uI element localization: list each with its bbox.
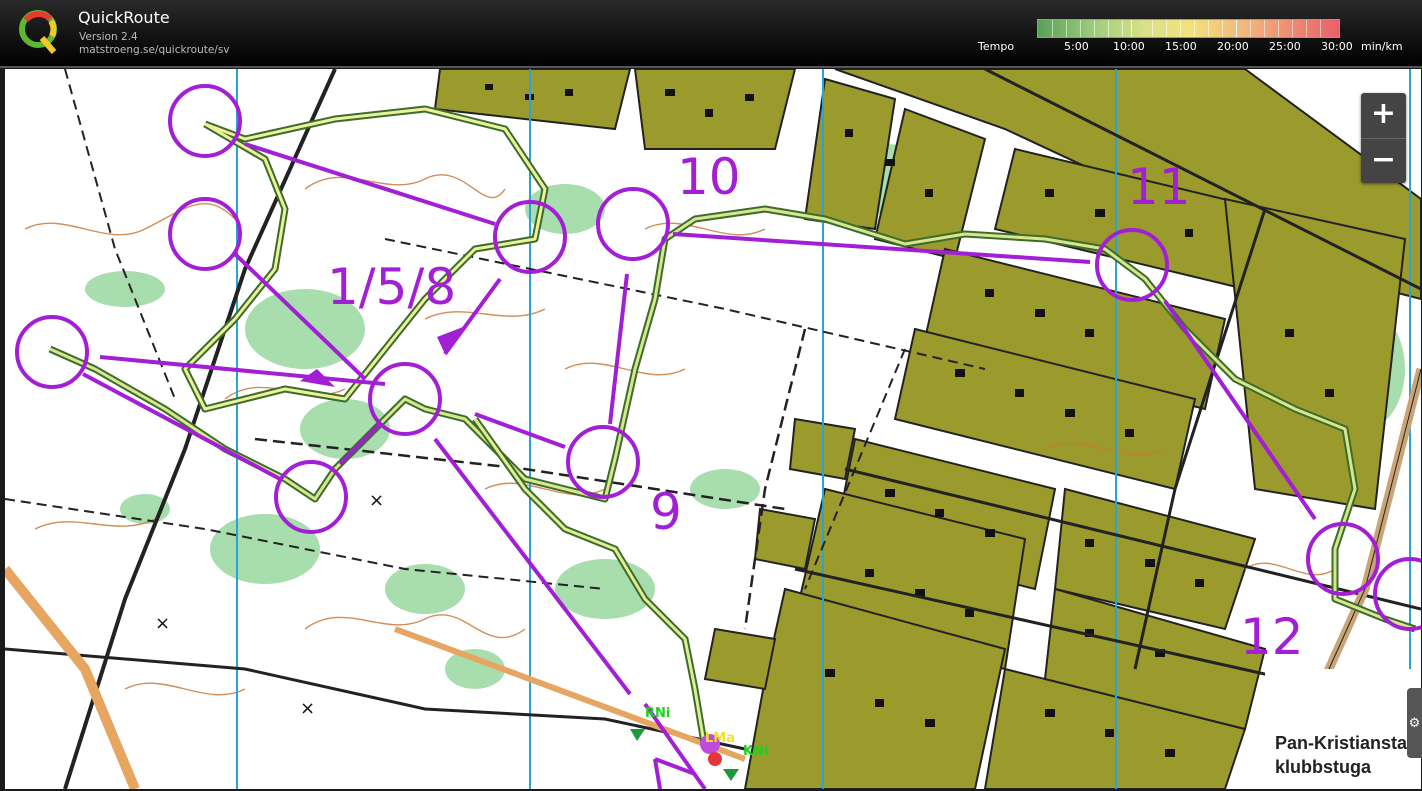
svg-text:×: × (155, 613, 170, 634)
control-label: 11 (1127, 158, 1191, 216)
control-label: 12 (1240, 608, 1304, 666)
clubhouse-line1: Pan-Kristiansta (1275, 733, 1408, 753)
settings-tab[interactable]: ⚙ (1407, 688, 1422, 758)
tempo-tick: 10:00 (1113, 40, 1145, 53)
map-canvas[interactable]: 1/5/8 9 10 11 12 × × × RNi KNi LMa Pan-K… (5, 69, 1421, 789)
control-label: 10 (677, 148, 741, 206)
tempo-color-bar (1037, 19, 1340, 38)
gear-icon: ⚙ (1408, 716, 1421, 731)
app-header: QuickRoute Version 2.4 matstroeng.se/qui… (0, 0, 1422, 68)
tempo-tick: 20:00 (1217, 40, 1249, 53)
clubhouse-line2: klubbstuga (1275, 757, 1372, 777)
tempo-tick: 5:00 (1064, 40, 1089, 53)
svg-text:×: × (369, 490, 384, 511)
orienteering-map[interactable]: 1/5/8 9 10 11 12 × × × RNi KNi LMa Pan-K… (5, 69, 1421, 789)
app-title: QuickRoute (78, 8, 170, 27)
clubhouse-text: Pan-Kristiansta klubbstuga (1265, 669, 1421, 789)
tempo-tick: 25:00 (1269, 40, 1301, 53)
tempo-tick: 15:00 (1165, 40, 1197, 53)
tempo-unit: min/km (1361, 40, 1403, 53)
control-label: 1/5/8 (327, 258, 456, 316)
zoom-in-button[interactable]: + (1361, 93, 1406, 138)
zoom-control: + − (1361, 93, 1406, 183)
zoom-out-button[interactable]: − (1361, 139, 1406, 184)
tempo-ticks: 5:00 10:00 15:00 20:00 25:00 30:00 min/k… (0, 40, 1422, 54)
svg-text:×: × (300, 698, 315, 719)
tempo-tick: 30:00 (1321, 40, 1353, 53)
control-label: 9 (650, 483, 682, 541)
runner-label: LMa (705, 731, 735, 746)
runner-label: KNi (743, 744, 768, 759)
runner-label: RNi (645, 706, 670, 721)
